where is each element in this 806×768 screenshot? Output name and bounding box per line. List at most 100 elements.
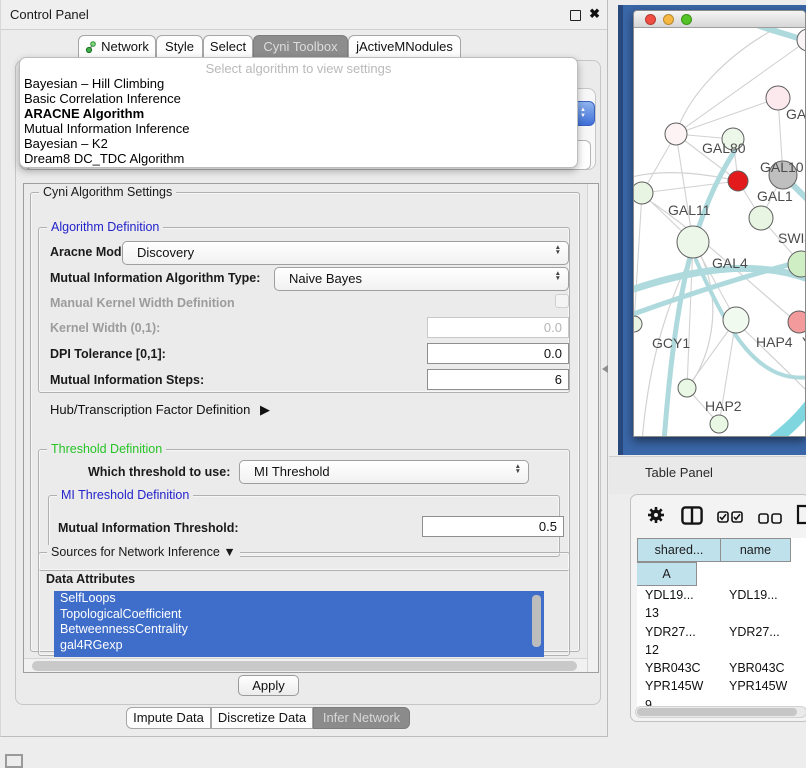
network-edge [676,98,778,134]
table-cell: YDL19... [721,586,791,604]
tab-jactivemnodules[interactable]: jActiveMNodules [348,35,461,59]
close-icon[interactable]: ✖ [589,6,600,22]
table-cell: YPR145W [721,677,791,695]
hub-definition-toggle[interactable]: Hub/Transcription Factor Definition ▶ [50,402,270,418]
control-panel-titlebar: Control Panel ✖ [1,0,607,30]
mi-steps-field[interactable]: 6 [427,369,569,390]
kernel-width-field[interactable]: 0.0 [427,317,569,338]
table-hscrollbar-thumb[interactable] [637,708,797,716]
tab-label: jActiveMNodules [356,39,453,54]
table-row[interactable]: YPR145WYPR145W9. [637,677,806,695]
table-cell: YPR145W [637,677,721,695]
attribute-item[interactable]: SelfLoops [54,591,544,607]
vertical-scrollbar-track[interactable] [587,184,599,673]
sources-toggle[interactable]: Sources for Network Inference ▼ [47,545,240,559]
network-window-titlebar[interactable] [634,11,805,28]
tab-style[interactable]: Style [156,35,203,59]
combo-arrows-icon: ▲▼ [555,271,561,281]
network-node[interactable] [797,29,805,51]
screen: { "control_panel": { "title": "Control P… [0,0,806,762]
dropdown-item[interactable]: Mutual Information Inference [20,121,577,136]
network-node-GAL4[interactable] [677,226,709,258]
network-canvas[interactable]: GALGAL80GAL10GAL1SWI4GAL11GAL4GCY1HAP4YH… [634,28,805,436]
network-view-window[interactable]: GALGAL80GAL10GAL1SWI4GAL11GAL4GCY1HAP4YH… [633,10,806,437]
group-title: Algorithm Definition [47,220,163,234]
table-cell: YDR27... [721,623,791,641]
dropdown-item[interactable]: Basic Correlation Inference [20,91,577,106]
which-threshold-combobox[interactable]: MI Threshold ▲▼ [239,460,529,484]
table-cell: YBR043C [637,659,721,677]
kernel-width-label: Kernel Width (0,1): [50,321,160,335]
checked-boxes-icon[interactable] [717,510,743,528]
attribute-item[interactable]: gal4RGexp [54,638,544,654]
tab-select[interactable]: Select [203,35,253,59]
table-cell: YBR043C [721,659,791,677]
network-node-GCY1[interactable] [634,316,642,332]
bottom-tab-impute-data[interactable]: Impute Data [126,707,211,729]
unchecked-boxes-icon[interactable] [758,511,782,529]
node-label: GAL11 [668,202,711,218]
column-header[interactable]: name [721,538,791,562]
table-hscrollbar-track[interactable] [635,706,806,718]
network-tab-icon [85,38,97,50]
dropdown-placeholder: Select algorithm to view settings [20,61,577,76]
network-node[interactable] [710,415,728,433]
mac-zoom-icon[interactable] [681,14,692,25]
table-panel-title: Table Panel [645,465,713,480]
apply-button[interactable]: Apply [238,675,299,696]
which-threshold-value: MI Threshold [254,464,330,479]
network-edge-thick [634,268,805,291]
table-row[interactable]: YDR27...YDR27...12 [637,623,806,641]
table-row[interactable]: YDL19...YDL19...13 [637,586,806,604]
tab-label: Cyni Toolbox [263,39,337,54]
float-panel-icon[interactable] [570,10,581,21]
bottom-tab-discretize-data[interactable]: Discretize Data [211,707,313,729]
attribute-item[interactable]: BetweennessCentrality [54,622,544,638]
dropdown-item[interactable]: ARACNE Algorithm [20,106,577,121]
mac-minimize-icon[interactable] [663,14,674,25]
mi-threshold-field[interactable]: 0.5 [422,516,564,537]
horizontal-scrollbar-thumb[interactable] [32,661,577,671]
dropdown-item[interactable]: Dream8 DC_TDC Algorithm [20,151,577,166]
tab-network[interactable]: Network [78,35,156,59]
dropdown-item[interactable]: Bayesian – K2 [20,136,577,151]
network-edge-thick [750,394,805,436]
network-edge [642,181,738,193]
gear-icon[interactable] [647,506,665,529]
tab-label: Style [165,39,194,54]
column-header[interactable]: A [637,562,697,586]
mi-type-combobox[interactable]: Naive Bayes ▲▼ [274,267,569,291]
dropdown-item[interactable]: Bayesian – Hill Climbing [20,76,577,91]
aracne-mode-value: Discovery [137,245,194,260]
network-node-GAL80[interactable] [665,123,687,145]
manual-kernel-label: Manual Kernel Width Definition [50,296,235,310]
node-label: GAL80 [702,140,746,156]
column-header[interactable]: shared... [637,538,721,562]
tab-cyni-toolbox[interactable]: Cyni Toolbox [253,35,348,59]
aracne-mode-combobox[interactable]: Discovery ▲▼ [122,241,569,265]
corner-grip-icon[interactable] [5,754,23,768]
columns-icon[interactable] [681,506,703,530]
mac-close-icon[interactable] [645,14,656,25]
node-label: GAL [786,106,805,122]
document-icon[interactable] [796,504,806,530]
mi-steps-label: Mutual Information Steps: [50,373,204,387]
attributes-list-scrollbar[interactable] [532,595,541,647]
network-node[interactable] [749,206,773,230]
group-title: MI Threshold Definition [57,488,193,502]
network-node-HAP4[interactable] [723,307,749,333]
network-node-HAP2[interactable] [678,379,696,397]
bottom-tab-infer-network[interactable]: Infer Network [313,707,410,729]
manual-kernel-checkbox[interactable] [555,294,569,308]
network-node-GAL11[interactable] [634,182,653,204]
network-node-Y[interactable] [788,311,805,333]
node-label: GAL4 [712,255,748,271]
dpi-tolerance-field[interactable]: 0.0 [427,343,569,364]
attribute-item[interactable]: TopologicalCoefficient [54,607,544,623]
node-label: HAP2 [705,398,742,414]
combo-arrows-icon: ▲▼ [555,245,561,255]
table-row[interactable]: YBR043CYBR043C [637,659,806,677]
data-attributes-list[interactable]: SelfLoopsTopologicalCoefficientBetweenne… [54,591,544,657]
split-pane-grip-icon[interactable] [602,365,608,373]
network-node-GAL1[interactable] [728,171,748,191]
